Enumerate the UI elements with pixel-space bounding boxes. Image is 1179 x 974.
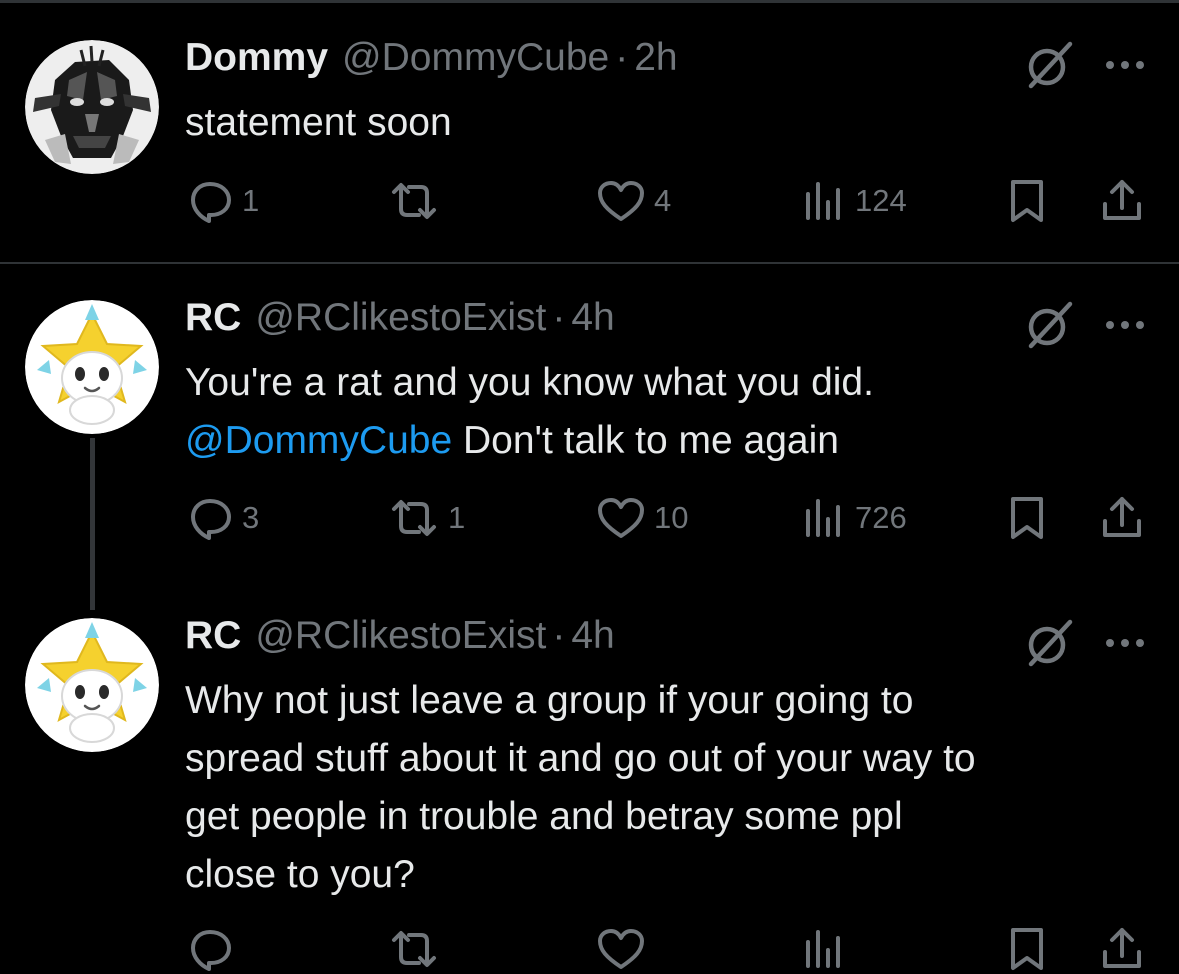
- action-bar: 3 1 10 726: [0, 493, 1179, 543]
- views-icon: [806, 499, 840, 537]
- display-name[interactable]: Dommy: [185, 36, 328, 80]
- tweet-text-line: You're a rat and you know what you did.: [185, 361, 874, 404]
- repost-icon: [392, 931, 436, 967]
- display-name[interactable]: RC: [185, 614, 241, 658]
- reply-count: 1: [242, 183, 260, 218]
- tweet-text-line: @DommyCube Don't talk to me again: [185, 412, 1145, 470]
- bookmark-icon: [1011, 497, 1043, 539]
- more-icon[interactable]: [1100, 628, 1150, 658]
- reply-icon: [191, 182, 231, 223]
- action-bar: [0, 924, 1179, 974]
- like-count: 10: [654, 500, 689, 535]
- tweet-text-line: get people in trouble and betray some pp…: [185, 795, 903, 838]
- reply-button[interactable]: 3: [188, 493, 259, 543]
- like-icon: [598, 181, 644, 221]
- repost-icon: [392, 500, 436, 536]
- repost-button[interactable]: 1: [388, 493, 465, 543]
- avatar[interactable]: [25, 618, 159, 752]
- handle[interactable]: @DommyCube: [342, 36, 609, 80]
- tweet-header: RC @RClikestoExist · 4h: [185, 614, 615, 664]
- timestamp[interactable]: 4h: [571, 614, 614, 658]
- share-button[interactable]: [1100, 493, 1144, 543]
- tweet-text: You're a rat and you know what you did. …: [185, 354, 1145, 470]
- like-count: 4: [654, 183, 672, 218]
- grok-icon[interactable]: [1022, 616, 1076, 670]
- repost-icon: [392, 183, 436, 219]
- reply-count: 3: [242, 500, 260, 535]
- tweet-text-fragment: Don't talk to me again: [452, 419, 839, 462]
- top-divider: [0, 0, 1179, 3]
- view-count: 124: [855, 183, 907, 218]
- action-bar: 1 4 124: [0, 176, 1179, 226]
- handle[interactable]: @RClikestoExist: [255, 296, 546, 340]
- grok-icon[interactable]: [1022, 298, 1076, 352]
- views-button[interactable]: 726: [803, 493, 907, 543]
- share-button[interactable]: [1100, 176, 1144, 226]
- tweet-text-line: statement soon: [185, 101, 452, 144]
- timestamp[interactable]: 2h: [634, 36, 677, 80]
- like-icon: [598, 929, 644, 969]
- views-icon: [806, 182, 840, 220]
- display-name[interactable]: RC: [185, 296, 241, 340]
- share-icon: [1103, 928, 1141, 968]
- bookmark-icon: [1011, 928, 1043, 970]
- more-icon[interactable]: [1100, 50, 1150, 80]
- tweet-text: Why not just leave a group if your going…: [185, 672, 1145, 904]
- grok-icon[interactable]: [1022, 38, 1076, 92]
- tweet-text: statement soon: [185, 94, 1145, 152]
- mention-link[interactable]: @DommyCube: [185, 419, 452, 462]
- view-count: 726: [855, 500, 907, 535]
- handle[interactable]: @RClikestoExist: [255, 614, 546, 658]
- like-icon: [598, 498, 644, 538]
- tweet-divider: [0, 262, 1179, 264]
- avatar[interactable]: [25, 40, 159, 174]
- share-icon: [1103, 497, 1141, 537]
- tweet-text-line: spread stuff about it and go out of your…: [185, 737, 976, 780]
- views-icon: [806, 930, 840, 968]
- bookmark-button[interactable]: [1006, 493, 1048, 543]
- reply-button[interactable]: [188, 924, 234, 974]
- reply-icon: [191, 499, 231, 540]
- repost-button[interactable]: [388, 924, 440, 974]
- separator: ·: [552, 614, 566, 657]
- bookmark-button[interactable]: [1006, 176, 1048, 226]
- tweet-header: RC @RClikestoExist · 4h: [185, 296, 615, 346]
- separator: ·: [552, 296, 566, 339]
- tweet-text-line: close to you?: [185, 853, 415, 896]
- share-icon: [1103, 180, 1141, 220]
- bookmark-icon: [1011, 180, 1043, 222]
- tweet-text-line: Why not just leave a group if your going…: [185, 679, 914, 722]
- repost-button[interactable]: [388, 176, 448, 226]
- avatar[interactable]: [25, 300, 159, 434]
- tweet-header: Dommy @DommyCube · 2h: [185, 36, 678, 86]
- reply-button[interactable]: 1: [188, 176, 259, 226]
- views-button[interactable]: 124: [803, 176, 907, 226]
- more-icon[interactable]: [1100, 310, 1150, 340]
- like-button[interactable]: 10: [596, 493, 688, 543]
- bookmark-button[interactable]: [1006, 924, 1048, 974]
- repost-count: 1: [448, 500, 466, 535]
- separator: ·: [615, 36, 629, 79]
- like-button[interactable]: 4: [596, 176, 671, 226]
- views-button[interactable]: [803, 924, 847, 974]
- timestamp[interactable]: 4h: [571, 296, 614, 340]
- share-button[interactable]: [1100, 924, 1144, 974]
- like-button[interactable]: [596, 924, 646, 974]
- reply-icon: [191, 930, 231, 971]
